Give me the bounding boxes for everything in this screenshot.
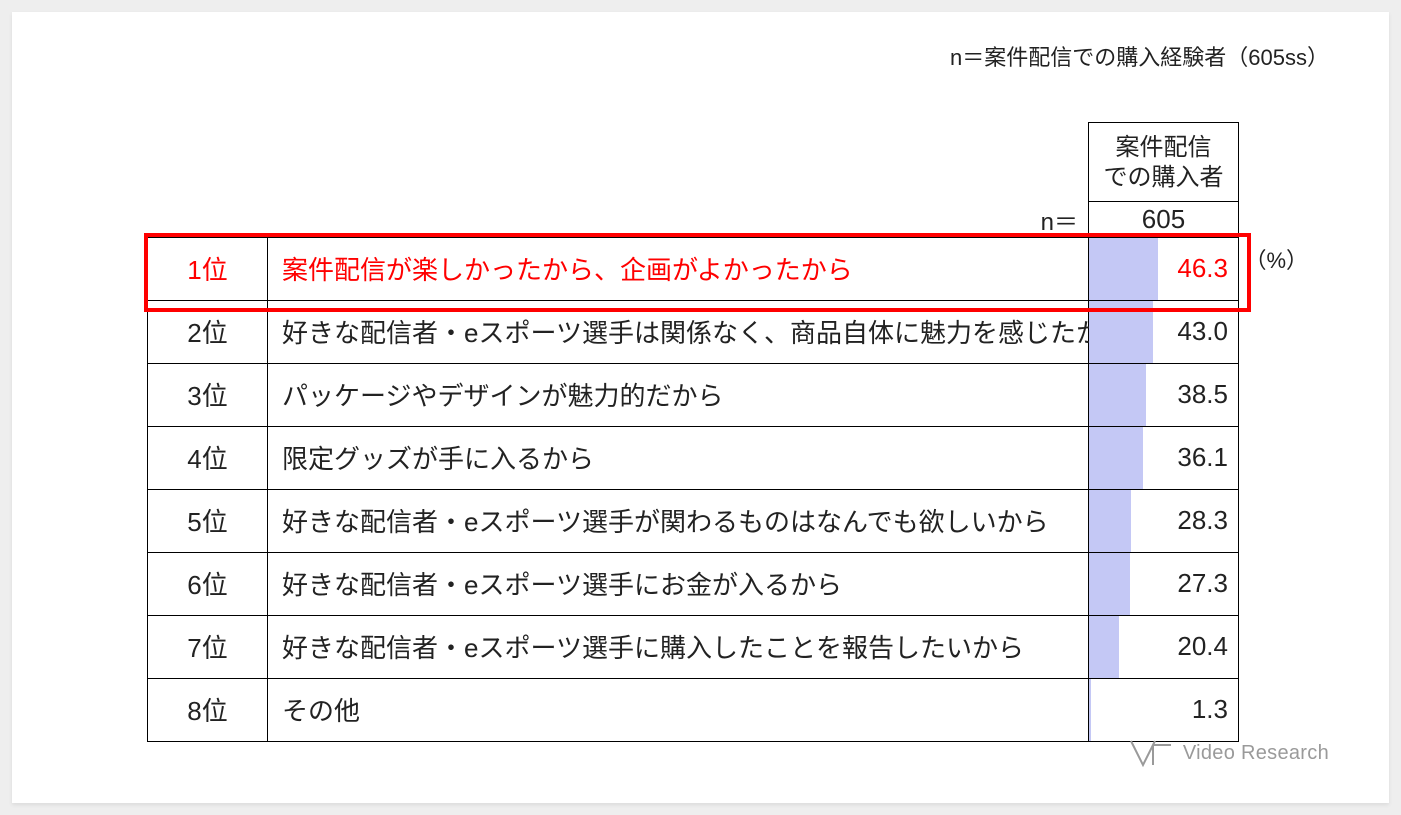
value-text: 28.3 xyxy=(1177,505,1228,535)
table-row: 5位好きな配信者・eスポーツ選手が関わるものはなんでも欲しいから 28.3 xyxy=(148,489,1239,552)
table-row: 2位好きな配信者・eスポーツ選手は関係なく、商品自体に魅力を感じたから 43.0 xyxy=(148,300,1239,363)
table-row: 3位パッケージやデザインが魅力的だから 38.5 xyxy=(148,363,1239,426)
value-bar xyxy=(1089,301,1153,363)
value-cell: 43.0 xyxy=(1089,300,1239,363)
value-bar xyxy=(1089,364,1146,426)
sample-note: n＝案件配信での購入経験者（605ss） xyxy=(950,40,1329,72)
value-cell: 28.3 xyxy=(1089,489,1239,552)
rank-cell: 4位 xyxy=(148,426,268,489)
reason-cell: 好きな配信者・eスポーツ選手に購入したことを報告したいから xyxy=(268,615,1089,678)
ranking-table: 案件配信 での購入者 n＝ 605 1位案件配信が楽しかったから、企画がよかった… xyxy=(147,122,1239,742)
value-text: 27.3 xyxy=(1177,568,1228,598)
reason-cell: その他 xyxy=(268,678,1089,741)
value-text: 43.0 xyxy=(1177,316,1228,346)
value-bar xyxy=(1089,427,1143,489)
value-cell: 46.3 xyxy=(1089,237,1239,300)
ranking-table-wrap: 案件配信 での購入者 n＝ 605 1位案件配信が楽しかったから、企画がよかった… xyxy=(147,122,1239,742)
value-cell: 1.3 xyxy=(1089,678,1239,741)
logo-text: Video Research xyxy=(1183,742,1329,765)
reason-cell: 限定グッズが手に入るから xyxy=(268,426,1089,489)
reason-cell: 好きな配信者・eスポーツ選手は関係なく、商品自体に魅力を感じたから xyxy=(268,300,1089,363)
table-row: 4位限定グッズが手に入るから 36.1 xyxy=(148,426,1239,489)
value-bar xyxy=(1089,616,1119,678)
column-header: 案件配信 での購入者 xyxy=(1089,123,1239,202)
value-text: 36.1 xyxy=(1177,442,1228,472)
value-text: 46.3 xyxy=(1177,253,1228,283)
rank-cell: 7位 xyxy=(148,615,268,678)
rank-cell: 3位 xyxy=(148,363,268,426)
rank-cell: 2位 xyxy=(148,300,268,363)
value-bar xyxy=(1089,238,1158,300)
unit-label: （%） xyxy=(1245,243,1309,275)
value-cell: 38.5 xyxy=(1089,363,1239,426)
reason-cell: 好きな配信者・eスポーツ選手が関わるものはなんでも欲しいから xyxy=(268,489,1089,552)
column-header-l2: での購入者 xyxy=(1104,164,1224,191)
value-cell: 36.1 xyxy=(1089,426,1239,489)
value-bar xyxy=(1089,490,1131,552)
rank-cell: 5位 xyxy=(148,489,268,552)
value-cell: 27.3 xyxy=(1089,552,1239,615)
reason-cell: 案件配信が楽しかったから、企画がよかったから xyxy=(268,237,1089,300)
table-row: 1位案件配信が楽しかったから、企画がよかったから 46.3 xyxy=(148,237,1239,300)
reason-cell: パッケージやデザインが魅力的だから xyxy=(268,363,1089,426)
logo: Video Research xyxy=(1129,739,1329,767)
logo-icon xyxy=(1129,739,1173,767)
value-text: 38.5 xyxy=(1177,379,1228,409)
rank-cell: 8位 xyxy=(148,678,268,741)
n-value: 605 xyxy=(1089,202,1239,238)
column-header-l1: 案件配信 xyxy=(1116,134,1212,161)
value-text: 1.3 xyxy=(1192,694,1228,724)
table-row: 6位好きな配信者・eスポーツ選手にお金が入るから 27.3 xyxy=(148,552,1239,615)
table-row: 7位好きな配信者・eスポーツ選手に購入したことを報告したいから 20.4 xyxy=(148,615,1239,678)
value-bar xyxy=(1089,553,1130,615)
value-text: 20.4 xyxy=(1177,631,1228,661)
reason-cell: 好きな配信者・eスポーツ選手にお金が入るから xyxy=(268,552,1089,615)
rank-cell: 6位 xyxy=(148,552,268,615)
value-cell: 20.4 xyxy=(1089,615,1239,678)
table-row: 8位その他 1.3 xyxy=(148,678,1239,741)
value-bar xyxy=(1089,679,1091,741)
n-prefix: n＝ xyxy=(268,202,1089,238)
rank-cell: 1位 xyxy=(148,237,268,300)
